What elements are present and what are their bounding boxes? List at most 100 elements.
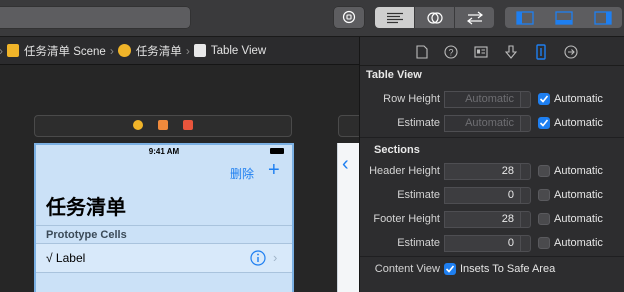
content-view-label: Content View [374,263,440,275]
identity-icon [474,46,488,58]
estimate-label: Estimate [397,117,440,129]
edit-button[interactable]: 删除 [230,165,254,182]
footer-height-label: Footer Height [373,213,440,225]
footer-estimate-stepper[interactable] [520,235,531,252]
divider [36,272,292,273]
navigator-toggle-button[interactable] [505,7,544,28]
standard-editor-icon [386,12,403,23]
header-estimate-automatic-label: Automatic [554,189,603,201]
version-editor-button[interactable] [455,7,494,28]
divider [360,256,624,257]
battery-icon [270,148,284,154]
second-scene-preview[interactable]: ‹ [337,143,360,292]
assistant-editor-button[interactable] [415,7,454,28]
checkmark-icon [445,265,455,273]
header-estimate-field[interactable]: 0 [444,187,520,204]
breadcrumb-item-controller[interactable]: 任务清单 [117,43,182,59]
tab-quick-help[interactable]: ? [443,44,459,60]
storyboard-canvas[interactable]: 9:41 AM 删除 + 任务清单 Prototype Cells √ Labe… [0,65,360,292]
table-cell[interactable]: √ Label › [36,244,292,272]
cell-label: √ Label [46,251,86,265]
toolbar [0,0,624,37]
breadcrumb-item-scene[interactable]: 任务清单 Scene [7,43,106,59]
info-icon[interactable] [250,250,266,266]
row-height-label: Row Height [383,93,440,105]
breadcrumb-separator: › [185,43,190,58]
inspector-tab-bar: ? [360,37,624,66]
row-estimate-automatic-checkbox[interactable] [538,117,550,129]
standard-editor-button[interactable] [375,7,414,28]
file-icon [416,45,428,59]
add-button[interactable]: + [268,159,280,182]
back-chevron-icon[interactable]: ‹ [342,153,349,176]
view-controller-icon [117,44,131,57]
header-height-automatic-label: Automatic [554,165,603,177]
insets-safe-area-label: Insets To Safe Area [460,263,556,275]
inspector-toggle-button[interactable] [583,7,622,28]
footer-height-automatic-label: Automatic [554,213,603,225]
attributes-icon [536,44,546,60]
breadcrumb-separator: › [0,44,3,58]
footer-estimate-automatic-checkbox[interactable] [538,237,550,249]
scene-icon [7,44,19,57]
scene-dock-second[interactable] [338,115,360,137]
exit-icon[interactable] [183,120,193,130]
checkmark-icon [539,95,549,103]
breadcrumb: › 任务清单 Scene › 任务清单 › Table View [0,37,360,65]
divider [360,137,624,138]
footer-estimate-label: Estimate [397,237,440,249]
breadcrumb-label: 任务清单 Scene [24,45,106,58]
header-height-field[interactable]: 28 [444,163,520,180]
section-title-sections: Sections [374,144,420,156]
breadcrumb-label: 任务清单 [135,45,182,58]
right-panel-icon [593,10,612,25]
footer-estimate-field[interactable]: 0 [444,235,520,252]
header-estimate-label: Estimate [397,189,440,201]
header-height-label: Header Height [369,165,440,177]
row-height-field[interactable]: Automatic [444,91,520,108]
status-time: 9:41 AM [148,147,180,156]
footer-height-field[interactable]: 28 [444,211,520,228]
breadcrumb-separator: › [109,43,114,58]
breadcrumb-item-tableview[interactable]: Table View [193,44,267,57]
row-height-automatic-label: Automatic [554,93,603,105]
table-view-icon [193,44,206,57]
section-title-table-view: Table View [366,69,422,81]
left-panel-icon [515,10,534,25]
footer-height-stepper[interactable] [520,211,531,228]
phone-preview[interactable]: 9:41 AM 删除 + 任务清单 Prototype Cells √ Labe… [34,143,294,292]
tab-attributes[interactable] [533,44,549,60]
tab-connections[interactable] [563,44,579,60]
connections-icon [564,45,578,59]
breadcrumb-label: Table View [210,44,267,57]
tab-file[interactable] [414,44,430,60]
header-estimate-automatic-checkbox[interactable] [538,189,550,201]
footer-height-automatic-checkbox[interactable] [538,213,550,225]
tab-attributes-legacy[interactable] [503,44,519,60]
view-controller-icon[interactable] [133,120,143,130]
arrow-down-icon [505,45,517,59]
header-estimate-stepper[interactable] [520,187,531,204]
row-height-stepper[interactable] [520,91,531,108]
row-estimate-field[interactable]: Automatic [444,115,520,132]
header-height-stepper[interactable] [520,163,531,180]
attributes-inspector: ? Table View Row Height Automatic Automa… [359,37,624,292]
insets-safe-area-checkbox[interactable] [444,263,456,275]
header-height-automatic-checkbox[interactable] [538,165,550,177]
row-estimate-automatic-label: Automatic [554,117,603,129]
scene-dock[interactable] [34,115,292,137]
debug-toggle-button[interactable] [544,7,583,28]
library-button[interactable] [334,7,364,28]
activity-view [0,7,190,28]
section-header: Prototype Cells [46,229,127,241]
footer-estimate-automatic-label: Automatic [554,237,603,249]
tab-identity[interactable] [473,44,489,60]
row-height-automatic-checkbox[interactable] [538,93,550,105]
first-responder-icon[interactable] [158,120,168,130]
row-estimate-stepper[interactable] [520,115,531,132]
nav-large-title: 任务清单 [46,197,126,219]
version-editor-icon [466,11,483,24]
svg-text:?: ? [448,48,453,58]
help-icon: ? [444,45,458,59]
bottom-panel-icon [554,10,573,25]
